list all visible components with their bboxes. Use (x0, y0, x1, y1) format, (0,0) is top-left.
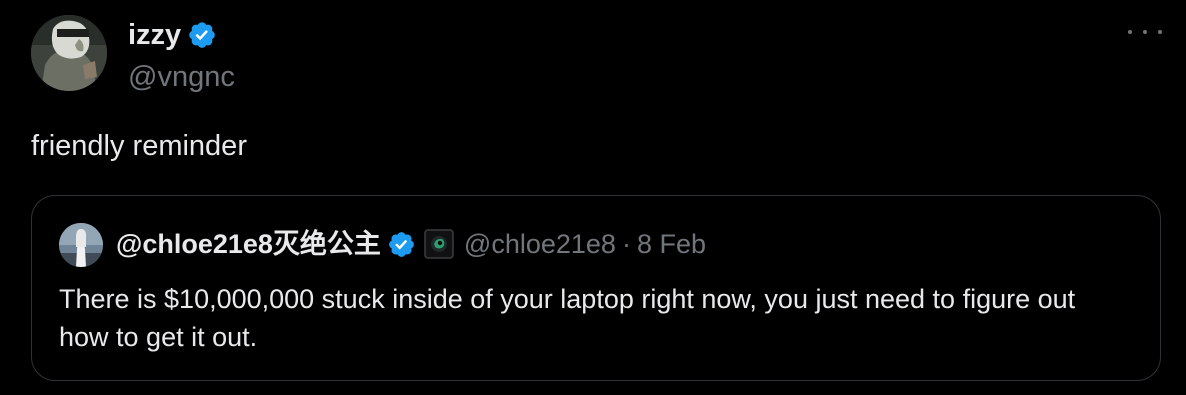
quoted-tweet-text: There is $10,000,000 stuck inside of you… (59, 284, 1076, 352)
more-dot (1158, 30, 1162, 34)
tweet-text: friendly reminder (31, 130, 247, 162)
more-horizontal-icon (1128, 30, 1132, 34)
affiliate-badge-icon[interactable] (424, 229, 454, 259)
author-avatar[interactable] (31, 15, 107, 91)
quoted-tweet[interactable]: @chloe21e8灭绝公主 @chloe21e8 · 8 Feb There … (31, 195, 1161, 381)
separator-dot: · (621, 229, 631, 259)
avatar-illustrated-figure-icon (31, 15, 107, 91)
tweet-card: izzy @vngnc friendly reminder @chloe21e8… (0, 0, 1186, 395)
author-name-text: izzy (128, 19, 182, 51)
verified-badge-icon (389, 231, 414, 257)
avatar-figure-silhouette-icon (59, 223, 103, 267)
quoted-author-handle[interactable]: @chloe21e8 (464, 226, 616, 262)
author-handle[interactable]: @vngnc (128, 60, 235, 94)
verified-badge-icon (189, 22, 215, 48)
more-button[interactable] (1128, 22, 1162, 42)
quoted-date[interactable]: 8 Feb (637, 226, 706, 262)
quoted-author-name[interactable]: @chloe21e8灭绝公主 (116, 226, 381, 262)
more-dot (1143, 30, 1147, 34)
author-name[interactable]: izzy (128, 18, 217, 52)
quoted-author-avatar[interactable] (59, 223, 103, 267)
quoted-header: @chloe21e8灭绝公主 @chloe21e8 · 8 Feb (116, 226, 706, 262)
